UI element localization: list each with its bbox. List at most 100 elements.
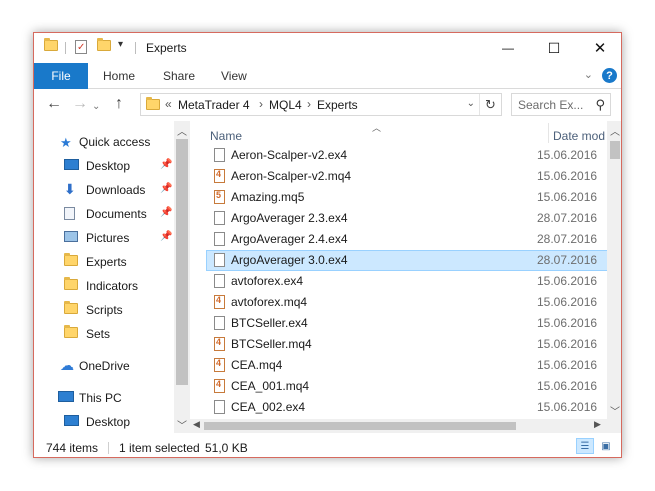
column-divider[interactable] xyxy=(548,123,549,143)
breadcrumb-experts[interactable]: Experts xyxy=(317,98,358,112)
maximize-button[interactable]: ☐ xyxy=(531,33,577,63)
search-input[interactable]: Search Ex... ⚲ xyxy=(511,93,611,116)
close-button[interactable]: ✕ xyxy=(577,33,621,63)
column-header-name[interactable]: Name xyxy=(210,129,242,143)
properties-icon[interactable] xyxy=(75,40,87,56)
search-icon[interactable]: ⚲ xyxy=(595,97,605,113)
folder-icon xyxy=(64,277,78,290)
file-date: 15.06.2016 xyxy=(537,316,598,330)
breadcrumb-separator[interactable]: › xyxy=(259,97,263,111)
folder-icon xyxy=(44,38,58,56)
pin-icon[interactable]: 📌 xyxy=(160,231,172,242)
breadcrumb-metatrader[interactable]: MetaTrader 4 xyxy=(178,98,250,112)
scroll-left-icon[interactable]: ◀ xyxy=(193,419,200,430)
file-date: 15.06.2016 xyxy=(537,379,598,393)
nav-item-onedrive[interactable]: ☁ OneDrive xyxy=(34,355,174,377)
horizontal-scrollbar-thumb[interactable] xyxy=(204,422,516,430)
address-bar[interactable]: « MetaTrader 4 › MQL4 › Experts ⌄ ↻ xyxy=(140,93,502,116)
tab-view[interactable]: View xyxy=(221,69,247,83)
file-name: BTCSeller.mq4 xyxy=(231,337,312,351)
nav-item-sets[interactable]: Sets xyxy=(34,323,174,345)
breadcrumb-overflow[interactable]: « xyxy=(165,97,172,111)
nav-item-quick-access[interactable]: ★ Quick access xyxy=(34,131,174,153)
file-date: 28.07.2016 xyxy=(537,253,598,267)
file-row[interactable]: CEA_002.ex4 15.06.2016 xyxy=(206,397,607,418)
nav-item-label: Quick access xyxy=(79,135,151,149)
nav-scrollbar[interactable]: ︿ ﹀ xyxy=(174,121,190,433)
nav-item-label: Desktop xyxy=(86,415,131,429)
breadcrumb-separator[interactable]: › xyxy=(307,97,311,111)
file-name: avtoforex.mq4 xyxy=(231,295,308,309)
scroll-right-icon[interactable]: ▶ xyxy=(594,419,601,430)
nav-item-experts[interactable]: Experts xyxy=(34,251,174,273)
nav-item-scripts[interactable]: Scripts xyxy=(34,299,174,321)
file-name: Aeron-Scalper-v2.ex4 xyxy=(231,148,348,162)
toolbar-divider xyxy=(135,42,136,54)
file-row[interactable]: ArgoAverager 2.3.ex4 28.07.2016 xyxy=(206,208,607,229)
new-folder-icon[interactable] xyxy=(97,38,111,56)
file-name: CEA_001.mq4 xyxy=(231,379,310,393)
nav-scrollbar-thumb[interactable] xyxy=(176,139,188,385)
window-title: Experts xyxy=(146,41,187,55)
folder-icon xyxy=(64,253,78,266)
tab-home[interactable]: Home xyxy=(103,69,135,83)
scroll-up-icon[interactable]: ︿ xyxy=(177,123,187,138)
file-row[interactable]: CEA_001.mq4 15.06.2016 xyxy=(206,376,607,397)
column-header-date[interactable]: Date mod xyxy=(553,129,605,143)
nav-item-downloads[interactable]: ⬇ Downloads 📌 xyxy=(34,179,174,201)
file-row[interactable]: Aeron-Scalper-v2.mq4 15.06.2016 xyxy=(206,166,607,187)
mq4-file-icon xyxy=(214,169,225,183)
file-name: avtoforex.ex4 xyxy=(231,274,304,288)
file-row[interactable]: avtoforex.ex4 15.06.2016 xyxy=(206,271,607,292)
tab-share[interactable]: Share xyxy=(163,69,195,83)
file-row[interactable]: ArgoAverager 2.4.ex4 28.07.2016 xyxy=(206,229,607,250)
expand-ribbon-icon[interactable]: ⌄ xyxy=(584,68,593,81)
nav-item-indicators[interactable]: Indicators xyxy=(34,275,174,297)
file-list: ︿ Name Date mod Aeron-Scalper-v2.ex4 15.… xyxy=(190,121,607,433)
title-bar: ▾ Experts — ☐ ✕ xyxy=(34,33,621,63)
forward-arrow-icon[interactable]: → xyxy=(72,96,88,112)
breadcrumb-mql4[interactable]: MQL4 xyxy=(269,98,302,112)
recent-locations-icon[interactable]: ⌄ xyxy=(92,99,100,115)
file-row[interactable]: avtoforex.mq4 15.06.2016 xyxy=(206,292,607,313)
file-list-scrollbar[interactable]: ︿ ﹀ xyxy=(607,121,621,419)
file-row[interactable]: CEA.mq4 15.06.2016 xyxy=(206,355,607,376)
pin-icon[interactable]: 📌 xyxy=(160,159,172,170)
file-row[interactable]: BTCSeller.ex4 15.06.2016 xyxy=(206,313,607,334)
nav-item-desktop[interactable]: Desktop 📌 xyxy=(34,155,174,177)
scroll-down-icon[interactable]: ﹀ xyxy=(610,403,620,418)
nav-item-pictures[interactable]: Pictures 📌 xyxy=(34,227,174,249)
nav-item-desktop-pc[interactable]: Desktop xyxy=(34,411,174,433)
selection-size: 51,0 KB xyxy=(205,441,248,455)
up-arrow-icon[interactable]: ↑ xyxy=(115,96,123,112)
minimize-button[interactable]: — xyxy=(485,33,531,63)
file-row[interactable]: Aeron-Scalper-v2.ex4 15.06.2016 xyxy=(206,145,607,166)
tab-file[interactable]: File xyxy=(34,63,88,89)
pin-icon[interactable]: 📌 xyxy=(160,183,172,194)
help-icon[interactable]: ? xyxy=(602,68,617,83)
file-row-selected[interactable]: ArgoAverager 3.0.ex4 28.07.2016 xyxy=(206,250,607,271)
refresh-icon[interactable]: ↻ xyxy=(479,94,501,115)
horizontal-scrollbar[interactable]: ◀ ▶ xyxy=(190,419,607,433)
address-dropdown-icon[interactable]: ⌄ xyxy=(467,98,475,109)
file-name: ArgoAverager 3.0.ex4 xyxy=(231,253,348,267)
details-view-icon[interactable]: ☰ xyxy=(576,438,594,454)
desktop-icon xyxy=(64,415,79,426)
pictures-icon xyxy=(64,231,78,242)
large-icons-view-icon[interactable]: ▣ xyxy=(597,438,615,454)
file-row[interactable]: BTCSeller.mq4 15.06.2016 xyxy=(206,334,607,355)
nav-item-documents[interactable]: Documents 📌 xyxy=(34,203,174,225)
ex4-file-icon xyxy=(214,253,225,267)
nav-item-label: Pictures xyxy=(86,231,130,245)
back-arrow-icon[interactable]: ← xyxy=(46,96,62,112)
file-list-scrollbar-thumb[interactable] xyxy=(610,141,620,159)
customize-toolbar-icon[interactable]: ▾ xyxy=(118,39,123,55)
folder-icon xyxy=(64,325,78,338)
nav-item-this-pc[interactable]: This PC xyxy=(34,387,174,409)
column-header-row: ︿ Name Date mod xyxy=(190,121,607,145)
scroll-up-icon[interactable]: ︿ xyxy=(610,123,620,138)
file-row[interactable]: Amazing.mq5 15.06.2016 xyxy=(206,187,607,208)
mq4-file-icon xyxy=(214,295,225,309)
scroll-down-icon[interactable]: ﹀ xyxy=(177,417,187,432)
pin-icon[interactable]: 📌 xyxy=(160,207,172,218)
